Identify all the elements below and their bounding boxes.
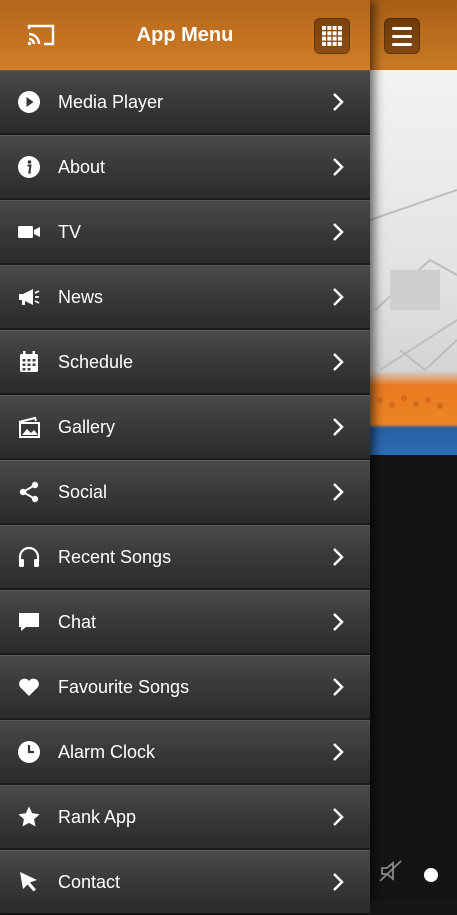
- menu-item-chat[interactable]: Chat: [0, 590, 370, 653]
- photo-gallery-icon: [17, 415, 41, 439]
- info-icon: [17, 155, 41, 179]
- chevron-right-icon: [330, 807, 346, 827]
- menu-item-media-player[interactable]: Media Player: [0, 70, 370, 133]
- menu-item-social[interactable]: Social: [0, 460, 370, 523]
- menu-item-label: Gallery: [58, 416, 116, 437]
- drawer-header: App Menu: [0, 0, 370, 70]
- chevron-right-icon: [330, 352, 346, 372]
- navigation-drawer: App Menu Media Player About TV News Sche…: [0, 0, 370, 913]
- background-app-header: [370, 0, 457, 70]
- calendar-icon: [17, 350, 41, 374]
- chevron-right-icon: [330, 417, 346, 437]
- chevron-right-icon: [330, 547, 346, 567]
- grid-icon[interactable]: [314, 18, 350, 54]
- menu-item-recent-songs[interactable]: Recent Songs: [0, 525, 370, 588]
- megaphone-icon: [17, 285, 41, 309]
- chevron-right-icon: [330, 742, 346, 762]
- menu-item-contact[interactable]: Contact: [0, 850, 370, 913]
- star-icon: [17, 805, 41, 829]
- menu-item-alarm-clock[interactable]: Alarm Clock: [0, 720, 370, 783]
- background-app: [370, 0, 457, 900]
- clock-icon: [17, 740, 41, 764]
- chevron-right-icon: [330, 482, 346, 502]
- chevron-right-icon: [330, 612, 346, 632]
- menu-item-label: Media Player: [58, 91, 164, 112]
- menu-item-label: Chat: [58, 611, 97, 632]
- menu-item-label: News: [58, 286, 104, 307]
- chevron-right-icon: [330, 677, 346, 697]
- menu-item-favourite-songs[interactable]: Favourite Songs: [0, 655, 370, 718]
- cursor-icon: [17, 870, 41, 894]
- menu-item-label: Recent Songs: [58, 546, 172, 567]
- chevron-right-icon: [330, 872, 346, 892]
- menu-item-rank-app[interactable]: Rank App: [0, 785, 370, 848]
- menu-item-tv[interactable]: TV: [0, 200, 370, 263]
- menu-item-label: Contact: [58, 871, 121, 892]
- banner-image: [370, 70, 457, 455]
- chevron-right-icon: [330, 92, 346, 112]
- chat-bubble-icon: [17, 610, 41, 634]
- speaker-muted-icon[interactable]: [378, 858, 404, 884]
- page-indicator-dot: [424, 868, 438, 882]
- menu-item-label: Social: [58, 481, 108, 502]
- share-icon: [17, 480, 41, 504]
- menu-item-schedule[interactable]: Schedule: [0, 330, 370, 393]
- play-icon: [17, 90, 41, 114]
- chevron-right-icon: [330, 157, 346, 177]
- menu-list: Media Player About TV News Schedule Gall…: [0, 70, 370, 915]
- menu-item-label: Favourite Songs: [58, 676, 190, 697]
- menu-item-gallery[interactable]: Gallery: [0, 395, 370, 458]
- headphones-icon: [17, 545, 41, 569]
- hamburger-menu-icon[interactable]: [384, 18, 420, 54]
- heart-icon: [17, 675, 41, 699]
- menu-item-about[interactable]: About: [0, 135, 370, 198]
- menu-item-label: About: [58, 156, 106, 177]
- menu-item-news[interactable]: News: [0, 265, 370, 328]
- menu-item-label: Alarm Clock: [58, 741, 156, 762]
- menu-item-label: Schedule: [58, 351, 134, 372]
- menu-item-label: Rank App: [58, 806, 137, 827]
- menu-item-label: TV: [58, 221, 82, 242]
- chevron-right-icon: [330, 222, 346, 242]
- video-camera-icon: [17, 220, 41, 244]
- chevron-right-icon: [330, 287, 346, 307]
